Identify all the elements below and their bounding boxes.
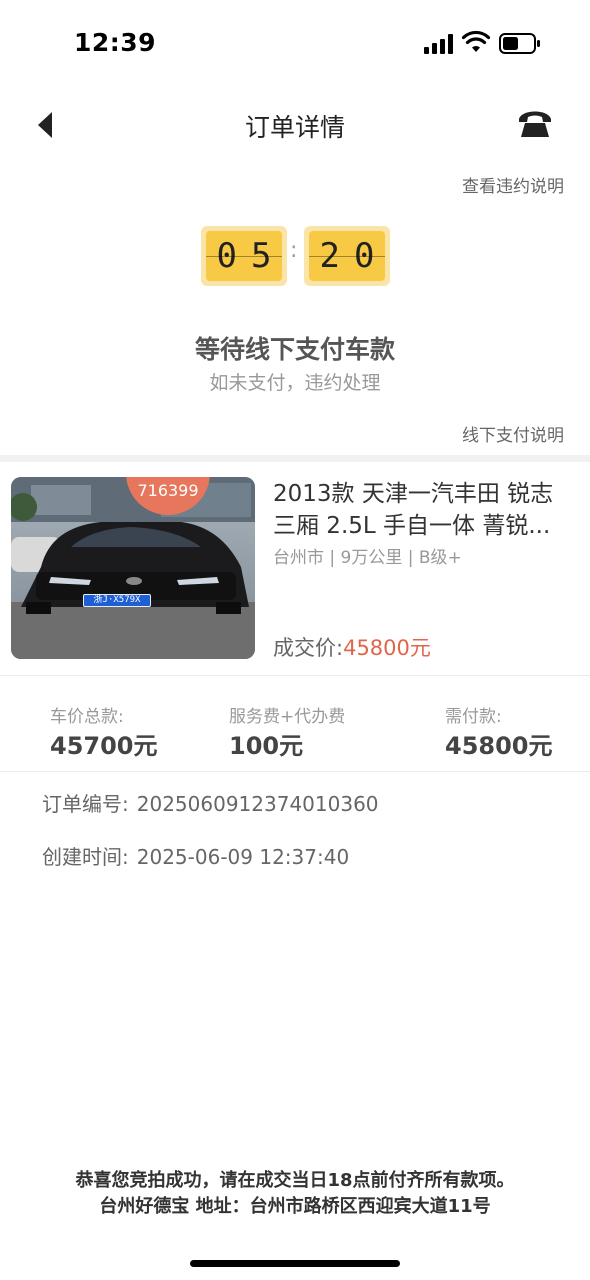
car-total-label: 车价总款: [50, 707, 124, 727]
footer-line-1: 恭喜您竞拍成功，请在成交当日18点前付齐所有款项。 [75, 1170, 515, 1191]
created-time-value: 2025-06-09 12:37:40 [136, 845, 350, 869]
footer-line-2: 台州好德宝 地址：台州市路桥区西迎宾大道11号 [99, 1196, 491, 1217]
call-button[interactable] [516, 106, 554, 140]
created-time-row: 创建时间: 2025-06-09 12:37:40 [42, 841, 349, 870]
minutes-digit-2: 5 [251, 236, 286, 276]
divider [0, 675, 590, 676]
cellular-signal-icon [424, 34, 454, 54]
car-title-line-2: 三厢 2.5L 手自一体 菁锐... [273, 513, 551, 539]
order-number-row: 订单编号: 2025060912374010360 [42, 788, 379, 817]
car-photo[interactable]: 浙J·X579X 716399 [11, 477, 255, 659]
wifi-icon [461, 30, 491, 54]
service-fee-label: 服务费+代办费 [229, 707, 346, 727]
deal-price-value: 45800元 [343, 636, 431, 660]
created-time-label: 创建时间: [42, 845, 129, 869]
car-meta: 台州市 | 9万公里 | B级+ [273, 548, 462, 568]
order-number-value: 2025060912374010360 [136, 792, 379, 816]
countdown-separator: : [290, 238, 298, 263]
page-title: 订单详情 [244, 113, 345, 142]
battery-icon [499, 33, 541, 54]
car-title-line-1: 2013款 天津一汽丰田 锐志 [273, 481, 554, 507]
countdown-minutes: 05 [201, 226, 287, 286]
license-plate: 浙J·X579X [83, 594, 151, 607]
phone-icon [519, 111, 551, 137]
order-number-label: 订单编号: [42, 792, 129, 816]
minutes-digit-1: 0 [216, 236, 251, 276]
amount-due-label: 需付款: [445, 707, 502, 727]
nav-bar: 订单详情 [0, 96, 590, 154]
status-time: 12:39 [74, 28, 157, 57]
seconds-digit-1: 2 [319, 236, 354, 276]
violation-info-link[interactable]: 查看违约说明 [462, 172, 564, 197]
offline-payment-info-link[interactable]: 线下支付说明 [462, 421, 564, 446]
car-title[interactable]: 2013款 天津一汽丰田 锐志 三厢 2.5L 手自一体 菁锐... [273, 478, 583, 542]
deal-price-row: 成交价:45800元 [273, 632, 431, 662]
section-divider [0, 455, 590, 462]
status-bar: 12:39 [0, 0, 590, 88]
countdown-seconds: 20 [304, 226, 390, 286]
countdown-timer: 05 : 20 [0, 226, 590, 286]
payment-status-subtitle: 如未支付，违约处理 [209, 372, 381, 394]
deal-price-label: 成交价: [273, 636, 344, 660]
car-total-value: 45700元 [50, 732, 158, 760]
amount-due-value: 45800元 [445, 732, 553, 760]
seconds-digit-2: 0 [354, 236, 389, 276]
payment-status-title: 等待线下支付车款 [194, 335, 395, 364]
divider [0, 771, 590, 772]
footer-notice: 恭喜您竞拍成功，请在成交当日18点前付齐所有款项。 台州好德宝 地址：台州市路桥… [0, 1168, 590, 1220]
service-fee-value: 100元 [229, 732, 304, 760]
home-indicator[interactable] [190, 1260, 400, 1267]
